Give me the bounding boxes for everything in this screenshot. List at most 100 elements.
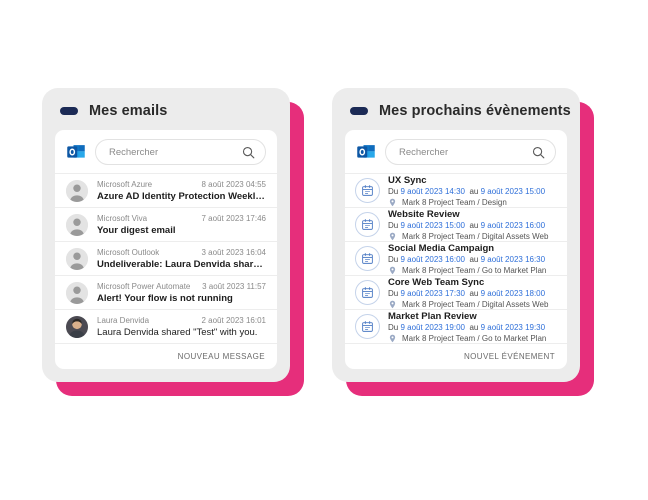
avatar <box>66 247 88 270</box>
events-panel: UX SyncDu 9 août 2023 14:30 au 9 août 20… <box>345 130 567 369</box>
email-sender: Microsoft Power Automate <box>97 281 191 291</box>
event-time: Du 9 août 2023 15:00 au 9 août 2023 16:0… <box>388 221 556 230</box>
event-from-prefix: Du <box>388 289 399 298</box>
event-to-prefix: au <box>469 289 479 298</box>
email-meta: Microsoft Outlook 3 août 2023 16:04 <box>97 248 266 257</box>
event-title: UX Sync <box>388 174 427 186</box>
location-pin-icon <box>389 266 396 274</box>
event-to-prefix: au <box>469 255 479 264</box>
event-list-item[interactable]: Core Web Team Sync Du 9 août 2023 17:30 a… <box>345 275 567 309</box>
email-subject: Laura Denvida shared "Test" with you. <box>97 326 258 338</box>
calendar-icon <box>355 178 380 203</box>
email-sender: Microsoft Azure <box>97 179 153 189</box>
email-subject: Your digest email <box>97 224 176 236</box>
email-subject: Azure AD Identity Protection Weekly Dige… <box>97 190 266 202</box>
emails-search-box[interactable] <box>95 139 266 165</box>
email-date: 7 août 2023 17:46 <box>201 213 266 223</box>
events-search-box[interactable] <box>385 139 556 165</box>
calendar-icon <box>355 280 380 305</box>
pill-icon <box>350 107 368 115</box>
email-content: Laura Denvida 2 août 2023 16:01 Laura Denv… <box>97 316 266 338</box>
event-location-row: Mark 8 Project Team / Go to Market Plan <box>388 334 556 343</box>
calendar-icon <box>355 314 380 339</box>
events-card-header: Mes prochains évènements <box>345 100 571 130</box>
event-content: Core Web Team Sync Du 9 août 2023 17:30 a… <box>388 277 556 309</box>
email-sender: Laura Denvida <box>97 315 150 325</box>
search-icon[interactable] <box>531 145 546 160</box>
email-meta: Microsoft Azure 8 août 2023 04:55 <box>97 180 266 189</box>
event-location: Mark 8 Project Team / Digital Assets Web <box>402 299 549 309</box>
search-input[interactable] <box>109 146 241 158</box>
event-location: Mark 8 Project Team / Design <box>402 197 507 207</box>
emails-widget: Mes emails Rechercher Microsoft Azure 8 … <box>42 88 304 396</box>
event-content: UX Sync Du 9 août 2023 14:30 au 9 août 20… <box>388 175 556 207</box>
event-end: 9 août 2023 16:30 <box>480 255 546 264</box>
email-date: 3 août 2023 16:04 <box>201 247 266 257</box>
email-list-item[interactable]: Microsoft Outlook 3 août 2023 16:04 Undeli… <box>55 241 277 275</box>
email-content: Microsoft Azure 8 août 2023 04:55 Azure AD… <box>97 180 266 202</box>
event-end: 9 août 2023 16:00 <box>480 221 546 230</box>
event-location-row: Mark 8 Project Team / Go to Market Plan <box>388 266 556 275</box>
event-start: 9 août 2023 17:30 <box>400 289 465 298</box>
event-list-item[interactable]: Social Media Campaign Du 9 août 2023 16:0… <box>345 241 567 275</box>
email-meta: Microsoft Viva 7 août 2023 17:46 <box>97 214 266 223</box>
avatar <box>66 179 88 202</box>
emails-card: Mes emails Rechercher Microsoft Azure 8 … <box>42 88 290 382</box>
location-pin-icon <box>389 300 396 308</box>
pill-icon <box>60 107 78 115</box>
new-message-button[interactable]: NOUVEAU MESSAGE <box>178 352 265 361</box>
event-time: Du 9 août 2023 16:00 au 9 août 2023 16:3… <box>388 255 556 264</box>
event-to-prefix: au <box>469 221 479 230</box>
event-title: Market Plan Review <box>388 310 477 322</box>
event-time: Du 9 août 2023 19:00 au 9 août 2023 19:3… <box>388 323 556 332</box>
events-panel-footer: NOUVEL ÉVÉNEMENT <box>345 343 567 369</box>
screenshot-root: Mes emails Rechercher Microsoft Azure 8 … <box>0 0 648 500</box>
email-sender: Microsoft Viva <box>97 213 148 223</box>
events-widget: Mes prochains évènements Rechercher UX S… <box>332 88 594 396</box>
emails-card-title: Mes emails <box>89 103 168 119</box>
email-list-item[interactable]: Microsoft Power Automate 3 août 2023 11:5… <box>55 275 277 309</box>
event-end: 9 août 2023 15:00 <box>480 187 546 196</box>
event-list-item[interactable]: UX Sync Du 9 août 2023 14:30 au 9 août 20… <box>345 173 567 207</box>
event-content: Website Review Du 9 août 2023 15:00 au 9 … <box>388 209 556 241</box>
avatar-photo <box>66 315 88 338</box>
event-start: 9 août 2023 16:00 <box>400 255 465 264</box>
outlook-icon <box>67 145 85 158</box>
event-list-item[interactable]: Website Review Du 9 août 2023 15:00 au 9 … <box>345 207 567 241</box>
emails-panel: Microsoft Azure 8 août 2023 04:55Azure AD… <box>55 130 277 369</box>
event-to-prefix: au <box>469 323 479 332</box>
email-list-item[interactable]: Laura Denvida 2 août 2023 16:01 Laura Denv… <box>55 309 277 343</box>
email-list-item[interactable]: Microsoft Azure 8 août 2023 04:55 Azure AD… <box>55 173 277 207</box>
email-date: 8 août 2023 04:55 <box>201 179 266 189</box>
event-start: 9 août 2023 15:00 <box>400 221 465 230</box>
search-icon[interactable] <box>241 145 256 160</box>
calendar-icon <box>355 246 380 271</box>
email-date: 2 août 2023 16:01 <box>201 315 266 325</box>
calendar-icon <box>355 212 380 237</box>
avatar <box>66 315 88 338</box>
events-card-title: Mes prochains évènements <box>379 103 571 119</box>
emails-panel-footer: NOUVEAU MESSAGE <box>55 343 277 369</box>
event-list-item[interactable]: Market Plan Review Du 9 août 2023 19:00 a… <box>345 309 567 343</box>
events-search-row <box>345 130 567 173</box>
email-content: Microsoft Outlook 3 août 2023 16:04 Undeli… <box>97 248 266 270</box>
event-end: 9 août 2023 19:30 <box>480 323 546 332</box>
avatar-placeholder <box>66 247 88 270</box>
event-title: Core Web Team Sync <box>388 276 485 288</box>
event-time: Du 9 août 2023 14:30 au 9 août 2023 15:0… <box>388 187 556 196</box>
email-list: Microsoft Azure 8 août 2023 04:55 Azure AD… <box>55 173 277 343</box>
event-location-row: Mark 8 Project Team / Design <box>388 198 556 207</box>
search-input[interactable] <box>399 146 531 158</box>
event-content: Market Plan Review Du 9 août 2023 19:00 a… <box>388 311 556 343</box>
avatar-placeholder <box>66 179 88 202</box>
email-sender: Microsoft Outlook <box>97 247 160 257</box>
new-event-button[interactable]: NOUVEL ÉVÉNEMENT <box>464 352 555 361</box>
email-subject: Undeliverable: Laura Denvida shared "Tes… <box>97 258 266 270</box>
event-end: 9 août 2023 18:00 <box>480 289 546 298</box>
email-content: Microsoft Power Automate 3 août 2023 11:5… <box>97 282 266 304</box>
email-list-item[interactable]: Microsoft Viva 7 août 2023 17:46 Your dige… <box>55 207 277 241</box>
email-content: Microsoft Viva 7 août 2023 17:46 Your dige… <box>97 214 266 236</box>
event-location-row: Mark 8 Project Team / Digital Assets Web <box>388 232 556 241</box>
event-from-prefix: Du <box>388 187 399 196</box>
event-start: 9 août 2023 19:00 <box>400 323 465 332</box>
